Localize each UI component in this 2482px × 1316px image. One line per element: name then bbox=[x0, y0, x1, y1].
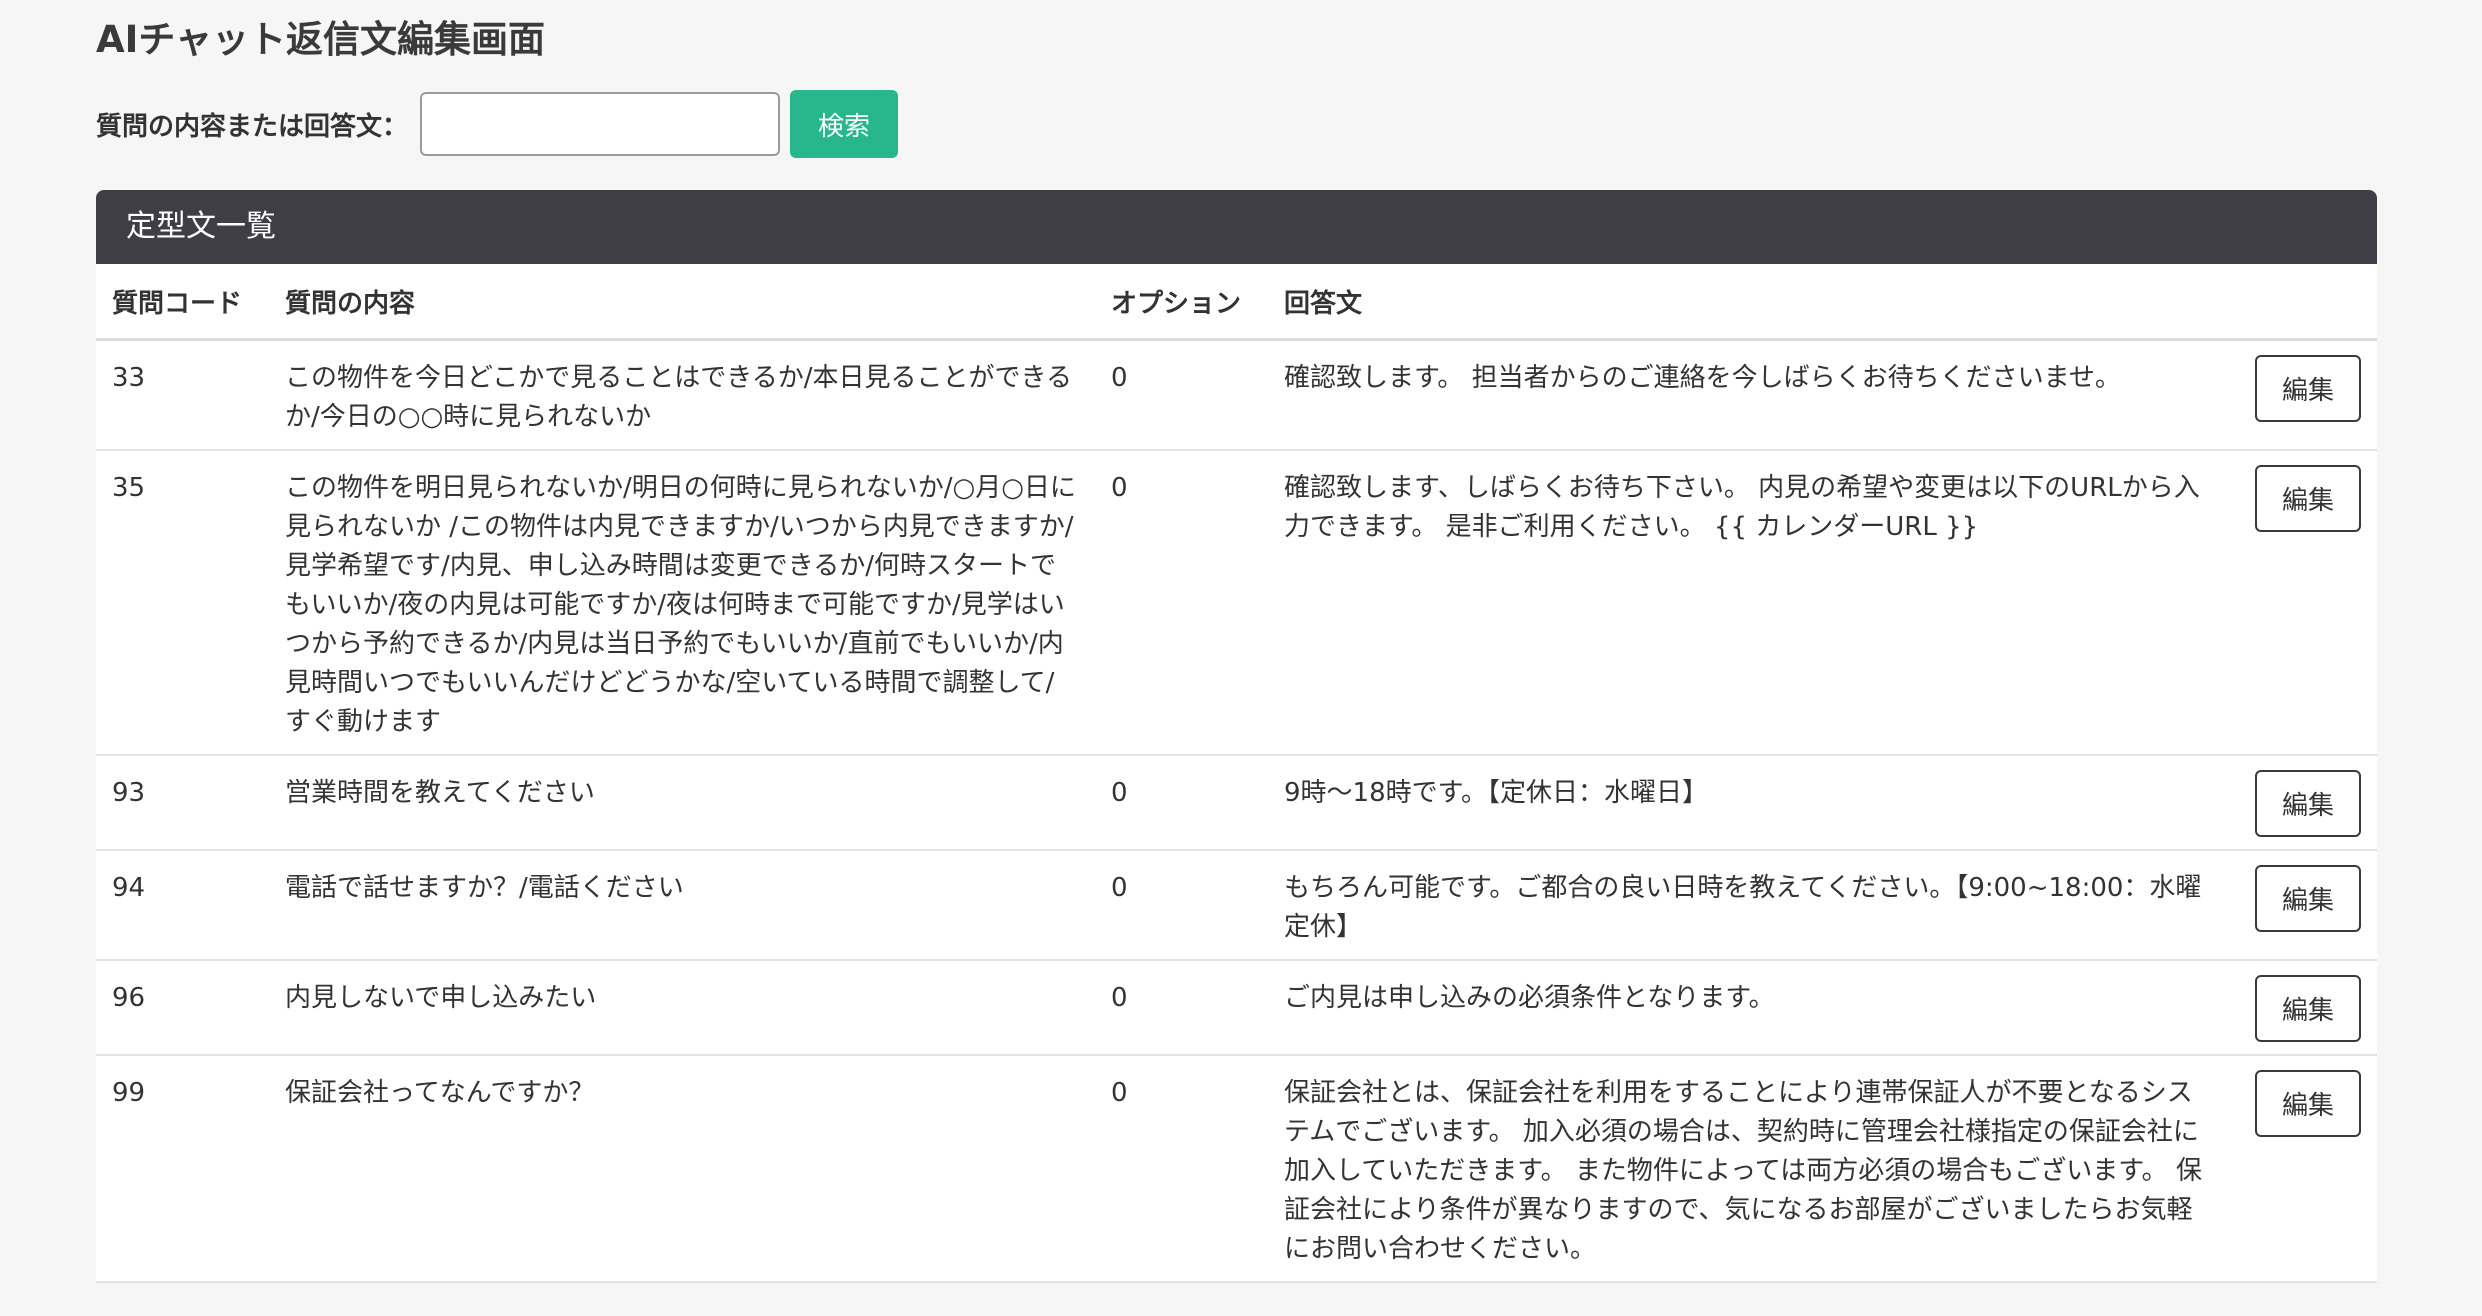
cell-question-code: 99 bbox=[96, 1055, 269, 1283]
cell-answer: 確認致します、しばらくお待ち下さい。 内見の希望や変更は以下のURLから入力でき… bbox=[1268, 450, 2233, 756]
cell-question-content: 保証会社ってなんですか？ bbox=[269, 1055, 1095, 1283]
cell-actions: 編集 bbox=[2233, 339, 2377, 451]
cell-actions: 編集 bbox=[2233, 850, 2377, 961]
cell-actions: 編集 bbox=[2233, 755, 2377, 851]
search-label: 質問の内容または回答文： bbox=[96, 111, 409, 142]
cell-answer: 保証会社とは、保証会社を利用をすることにより連帯保証人が不要となるシステムでござ… bbox=[1268, 1055, 2233, 1283]
cell-option: 0 bbox=[1095, 960, 1268, 1056]
cell-question-code: 35 bbox=[96, 450, 269, 756]
header-question-code: 質問コード bbox=[96, 264, 269, 341]
edit-button[interactable]: 編集 bbox=[2255, 355, 2361, 422]
cell-question-code: 93 bbox=[96, 755, 269, 851]
header-answer: 回答文 bbox=[1268, 264, 2233, 341]
search-bar: 質問の内容または回答文： 検索 bbox=[96, 90, 2377, 158]
cell-actions: 編集 bbox=[2233, 450, 2377, 756]
header-actions bbox=[2233, 264, 2377, 341]
template-table: 質問コード 質問の内容 オプション 回答文 33 この物件を今日どこかで見ること… bbox=[96, 264, 2377, 1283]
cell-answer: ご内見は申し込みの必須条件となります。 bbox=[1268, 960, 2233, 1056]
table-row: 33 この物件を今日どこかで見ることはできるか/本日見ることができるか/今日の○… bbox=[96, 339, 2377, 451]
edit-button[interactable]: 編集 bbox=[2255, 1070, 2361, 1137]
header-option: オプション bbox=[1095, 264, 1268, 341]
search-button[interactable]: 検索 bbox=[790, 90, 899, 158]
edit-button[interactable]: 編集 bbox=[2255, 770, 2361, 837]
cell-question-content: この物件を今日どこかで見ることはできるか/本日見ることができるか/今日の○○時に… bbox=[269, 339, 1095, 451]
cell-option: 0 bbox=[1095, 755, 1268, 851]
cell-actions: 編集 bbox=[2233, 960, 2377, 1056]
cell-option: 0 bbox=[1095, 1055, 1268, 1283]
cell-answer: 確認致します。 担当者からのご連絡を今しばらくお待ちくださいませ。 bbox=[1268, 339, 2233, 451]
template-list-panel: 定型文一覧 質問コード 質問の内容 オプション 回答文 33 この物件を今日どこ… bbox=[96, 190, 2377, 1283]
cell-question-code: 96 bbox=[96, 960, 269, 1056]
table-row: 96 内見しないで申し込みたい 0 ご内見は申し込みの必須条件となります。 編集 bbox=[96, 960, 2377, 1056]
table-row: 35 この物件を明日見られないか/明日の何時に見られないか/○月○日に見られない… bbox=[96, 450, 2377, 756]
cell-question-content: 電話で話せますか？/電話ください bbox=[269, 850, 1095, 961]
cell-question-code: 33 bbox=[96, 339, 269, 451]
cell-answer: もちろん可能です。ご都合の良い日時を教えてください。【9:00~18:00：水曜… bbox=[1268, 850, 2233, 961]
cell-question-content: 内見しないで申し込みたい bbox=[269, 960, 1095, 1056]
cell-option: 0 bbox=[1095, 339, 1268, 451]
table-row: 94 電話で話せますか？/電話ください 0 もちろん可能です。ご都合の良い日時を… bbox=[96, 850, 2377, 961]
edit-button[interactable]: 編集 bbox=[2255, 465, 2361, 532]
cell-actions: 編集 bbox=[2233, 1055, 2377, 1283]
search-input[interactable] bbox=[420, 92, 781, 156]
table-row: 93 営業時間を教えてください 0 9時〜18時です。【定休日：水曜日】 編集 bbox=[96, 755, 2377, 851]
table-row: 99 保証会社ってなんですか？ 0 保証会社とは、保証会社を利用をすることにより… bbox=[96, 1055, 2377, 1283]
cell-question-content: 営業時間を教えてください bbox=[269, 755, 1095, 851]
cell-question-code: 94 bbox=[96, 850, 269, 961]
page-container: AIチャット返信文編集画面 質問の内容または回答文： 検索 定型文一覧 質問コー… bbox=[96, 0, 2377, 1283]
cell-answer: 9時〜18時です。【定休日：水曜日】 bbox=[1268, 755, 2233, 851]
cell-question-content: この物件を明日見られないか/明日の何時に見られないか/○月○日に見られないか /… bbox=[269, 450, 1095, 756]
panel-title: 定型文一覧 bbox=[96, 190, 2377, 264]
edit-button[interactable]: 編集 bbox=[2255, 865, 2361, 932]
header-question-content: 質問の内容 bbox=[269, 264, 1095, 341]
page-title: AIチャット返信文編集画面 bbox=[96, 18, 546, 61]
cell-option: 0 bbox=[1095, 450, 1268, 756]
table-header-row: 質問コード 質問の内容 オプション 回答文 bbox=[96, 264, 2377, 341]
edit-button[interactable]: 編集 bbox=[2255, 975, 2361, 1042]
cell-option: 0 bbox=[1095, 850, 1268, 961]
